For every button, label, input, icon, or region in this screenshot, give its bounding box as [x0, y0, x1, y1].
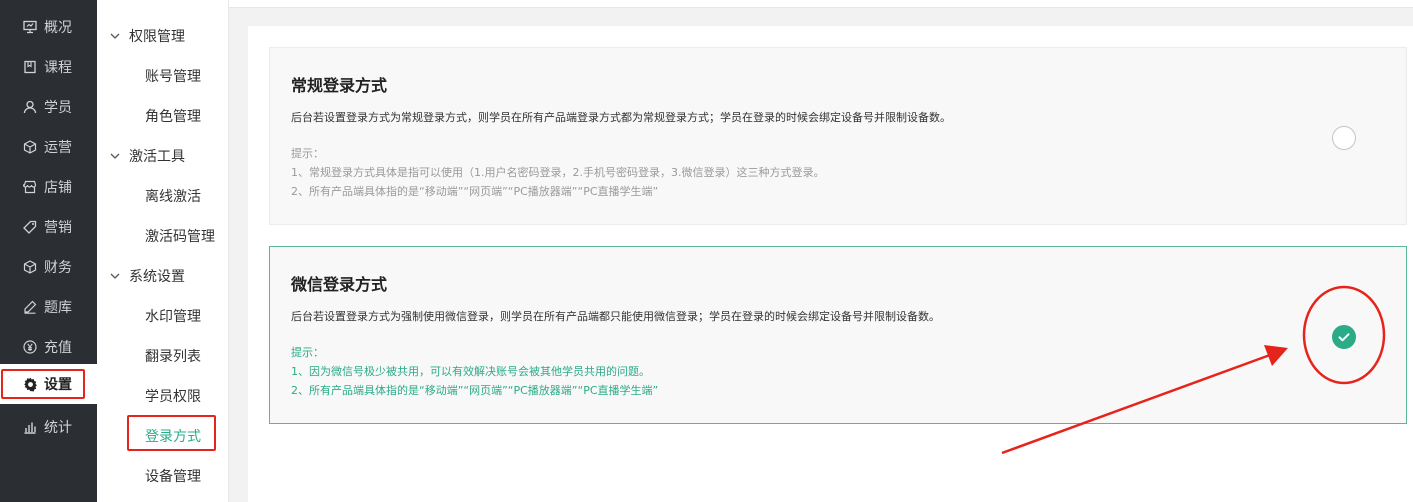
wechat-login-option[interactable]: 微信登录方式 后台若设置登录方式为强制使用微信登录，则学员在所有产品端都只能使用…	[269, 246, 1407, 424]
finance-cube-icon	[22, 259, 38, 275]
nav-item-label: 营销	[44, 220, 72, 236]
top-bar	[229, 0, 1413, 8]
normal-login-radio[interactable]	[1332, 126, 1356, 150]
chevron-down-icon	[110, 153, 120, 159]
submenu-item-recording-list[interactable]: 翻录列表	[97, 336, 229, 376]
option-tips: 提示： 1、常规登录方式具体是指可以使用（1.用户名密码登录，2.手机号密码登录…	[291, 144, 824, 201]
annotation-highlight-settings	[1, 369, 85, 399]
submenu-group-label: 激活工具	[129, 149, 185, 165]
option-title: 微信登录方式	[291, 275, 388, 294]
nav-item-label: 充值	[44, 340, 72, 356]
submenu-group-label: 权限管理	[129, 29, 185, 45]
nav-item-store[interactable]: 店铺	[0, 167, 97, 207]
tip-line: 2、所有产品端具体指的是“移动端”“网页端”“PC播放器端”“PC直播学生端”	[291, 185, 659, 198]
normal-login-option[interactable]: 常规登录方式 后台若设置登录方式为常规登录方式，则学员在所有产品端登录方式都为常…	[269, 47, 1407, 225]
nav-item-recharge[interactable]: 充值	[0, 327, 97, 367]
user-icon	[22, 99, 38, 115]
option-description: 后台若设置登录方式为常规登录方式，则学员在所有产品端登录方式都为常规登录方式；学…	[291, 111, 951, 124]
submenu-item-watermark[interactable]: 水印管理	[97, 296, 229, 336]
submenu-item-student-permission[interactable]: 学员权限	[97, 376, 229, 416]
store-icon	[22, 179, 38, 195]
option-description: 后台若设置登录方式为强制使用微信登录，则学员在所有产品端都只能使用微信登录；学员…	[291, 310, 940, 323]
submenu-item-role[interactable]: 角色管理	[97, 96, 229, 136]
pen-icon	[22, 299, 38, 315]
tip-title: 提示：	[291, 147, 324, 160]
nav-item-label: 概况	[44, 20, 72, 36]
submenu-item-offline-activation[interactable]: 离线激活	[97, 176, 229, 216]
presentation-icon	[22, 19, 38, 35]
nav-item-label: 财务	[44, 260, 72, 276]
submenu-group-label: 系统设置	[129, 269, 185, 285]
submenu-group-permission[interactable]: 权限管理	[97, 16, 229, 56]
nav-item-label: 运营	[44, 140, 72, 156]
submenu-item-device[interactable]: 设备管理	[97, 456, 229, 496]
tip-line: 1、因为微信号极少被共用，可以有效解决账号会被其他学员共用的问题。	[291, 365, 650, 378]
login-method-panel: 常规登录方式 后台若设置登录方式为常规登录方式，则学员在所有产品端登录方式都为常…	[248, 26, 1413, 502]
nav-item-label: 题库	[44, 300, 72, 316]
option-tips: 提示： 1、因为微信号极少被共用，可以有效解决账号会被其他学员共用的问题。 2、…	[291, 343, 658, 400]
nav-item-marketing[interactable]: 营销	[0, 207, 97, 247]
checkmark-icon	[1338, 333, 1350, 342]
nav-item-finance[interactable]: 财务	[0, 247, 97, 287]
nav-item-statistics[interactable]: 统计	[0, 407, 97, 447]
nav-item-label: 学员	[44, 100, 72, 116]
nav-item-operation[interactable]: 运营	[0, 127, 97, 167]
option-title: 常规登录方式	[291, 76, 388, 95]
nav-item-student[interactable]: 学员	[0, 87, 97, 127]
bar-chart-icon	[22, 419, 38, 435]
submenu-item-activation-code[interactable]: 激活码管理	[97, 216, 229, 256]
wechat-login-radio[interactable]	[1332, 325, 1356, 349]
submenu-item-account[interactable]: 账号管理	[97, 56, 229, 96]
yen-icon	[22, 339, 38, 355]
tag-icon	[22, 219, 38, 235]
submenu-group-activation[interactable]: 激活工具	[97, 136, 229, 176]
chevron-down-icon	[110, 33, 120, 39]
annotation-highlight-login-method	[127, 415, 216, 451]
book-icon	[22, 59, 38, 75]
tip-title: 提示：	[291, 346, 324, 359]
chevron-down-icon	[110, 273, 120, 279]
nav-item-question-bank[interactable]: 题库	[0, 287, 97, 327]
tip-line: 1、常规登录方式具体是指可以使用（1.用户名密码登录，2.手机号密码登录，3.微…	[291, 166, 825, 179]
cube-icon	[22, 139, 38, 155]
nav-item-course[interactable]: 课程	[0, 47, 97, 87]
submenu-group-system[interactable]: 系统设置	[97, 256, 229, 296]
nav-item-label: 统计	[44, 420, 72, 436]
nav-item-label: 店铺	[44, 180, 72, 196]
nav-item-overview[interactable]: 概况	[0, 7, 97, 47]
main-nav: 概况 课程 学员 运营 店铺 营销 财务 题库 充值 设置 统计	[0, 0, 97, 502]
tip-line: 2、所有产品端具体指的是“移动端”“网页端”“PC播放器端”“PC直播学生端”	[291, 384, 659, 397]
nav-item-label: 课程	[44, 60, 72, 76]
